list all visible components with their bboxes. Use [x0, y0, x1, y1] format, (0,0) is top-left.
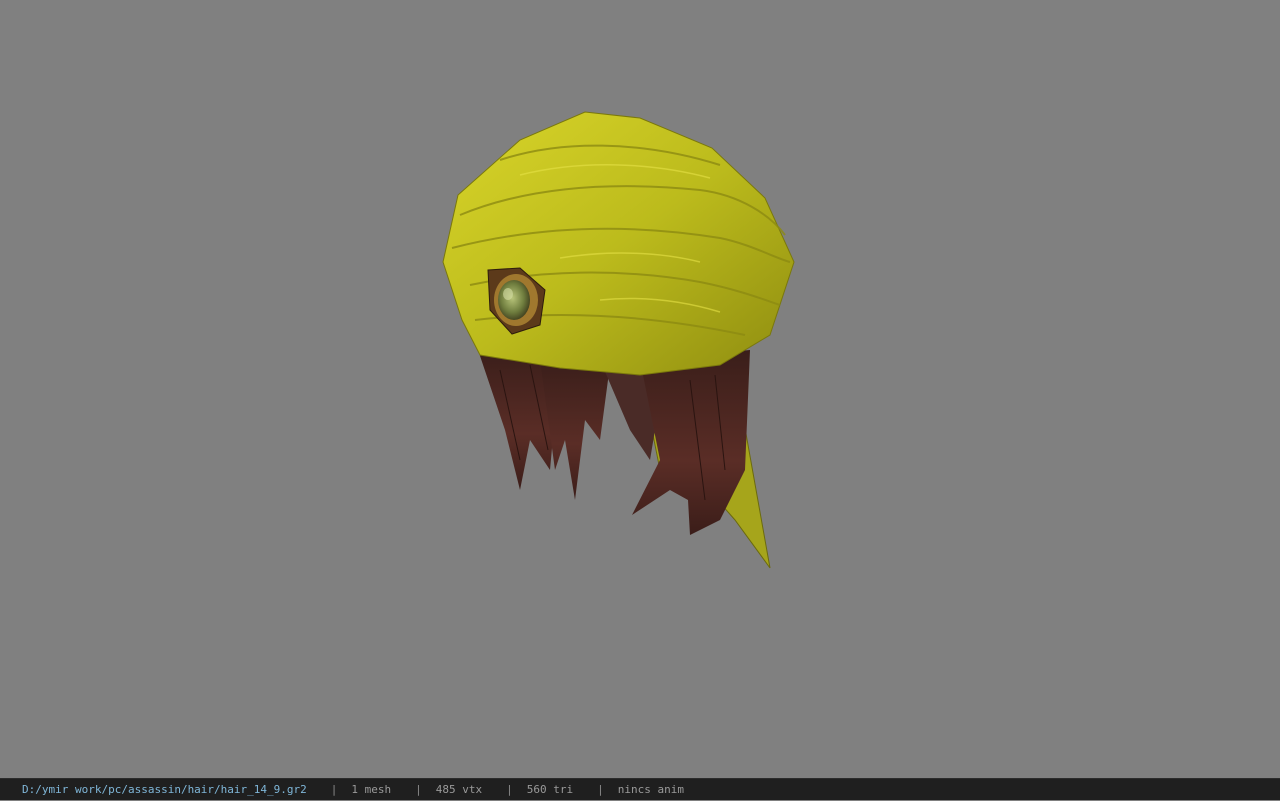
mesh-count-label: 1 mesh — [351, 782, 392, 796]
animation-status-label: nincs anim — [617, 782, 684, 796]
hair-strands — [478, 350, 750, 535]
status-separator: | — [330, 782, 338, 796]
hair-model-preview[interactable] — [0, 0, 1280, 778]
status-bar: D:/ymir work/pc/assassin/hair/hair_14_9.… — [0, 778, 1280, 800]
triangle-count-label: 560 tri — [526, 782, 574, 796]
vertex-count-label: 485 vtx — [435, 782, 483, 796]
3d-viewport[interactable] — [0, 0, 1280, 778]
status-separator: | — [597, 782, 604, 796]
file-path-label: D:/ymir work/pc/assassin/hair/hair_14_9.… — [22, 782, 307, 796]
status-separator: | — [506, 782, 513, 796]
status-separator: | — [415, 782, 422, 796]
